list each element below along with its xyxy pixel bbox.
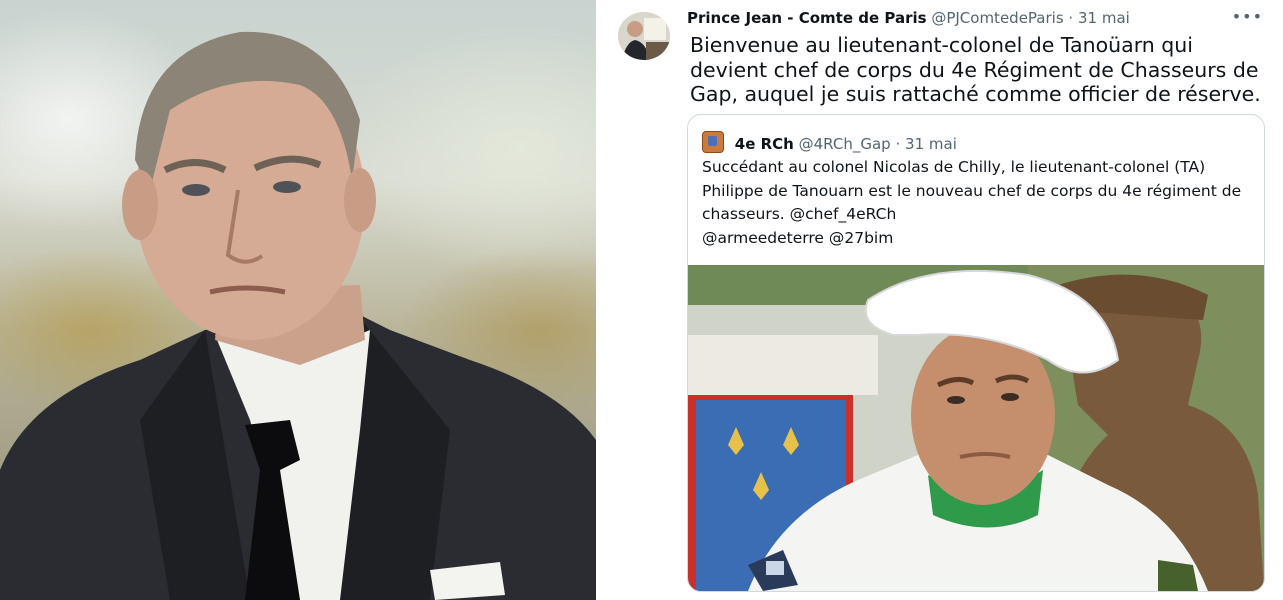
quoted-tweet-text: Succédant au colonel Nicolas de Chilly, … <box>702 156 1242 250</box>
author-handle[interactable]: @PJComtedeParis <box>931 9 1063 27</box>
tweet-text-line: Bienvenue au lieutenant-colonel de Tanoü… <box>690 33 1193 57</box>
avatar-image <box>618 12 670 60</box>
tweet-date[interactable]: 31 mai <box>1078 9 1130 27</box>
quoted-tweet[interactable]: 4e RCh @4RCh_Gap · 31 mai Succédant au c… <box>687 114 1265 592</box>
quoted-text-line: Succédant au colonel Nicolas de Chilly, … <box>702 158 1206 176</box>
quoted-author-avatar[interactable] <box>702 131 724 153</box>
quoted-text-line: @armeedeterre @27bim <box>702 228 894 247</box>
quoted-tweet-photo[interactable] <box>688 265 1264 591</box>
author-name[interactable]: Prince Jean - Comte de Paris <box>687 9 927 27</box>
portrait-figure <box>0 31 596 600</box>
header-separator: · <box>1068 9 1074 27</box>
portrait-photo <box>0 0 596 600</box>
tweet-text-line: Gap, auquel je suis rattaché comme offic… <box>690 82 1261 106</box>
tweet-card[interactable]: Prince Jean - Comte de Paris @PJComtedeP… <box>597 0 1283 600</box>
tweet-text-line: devient chef de corps du 4e Régiment de … <box>690 57 1259 82</box>
quoted-tweet-header: 4e RCh @4RCh_Gap · 31 mai <box>702 131 957 153</box>
quoted-author-name[interactable]: 4e RCh <box>735 135 794 153</box>
more-horizontal-icon[interactable]: ••• <box>1232 7 1263 26</box>
author-avatar[interactable] <box>618 12 670 60</box>
quoted-author-handle[interactable]: @4RCh_Gap <box>799 135 891 153</box>
soldier-photo <box>688 265 1264 591</box>
quoted-text-line: chasseurs. @chef_4eRCh <box>702 205 897 223</box>
quoted-text-line: Philippe de Tanouarn est le nouveau chef… <box>702 181 1242 200</box>
tweet-header: Prince Jean - Comte de Paris @PJComtedeP… <box>687 7 1263 31</box>
quoted-header-separator: · <box>895 135 901 153</box>
tweet-text: Bienvenue au lieutenant-colonel de Tanoü… <box>690 33 1265 107</box>
quoted-tweet-date[interactable]: 31 mai <box>905 135 957 153</box>
